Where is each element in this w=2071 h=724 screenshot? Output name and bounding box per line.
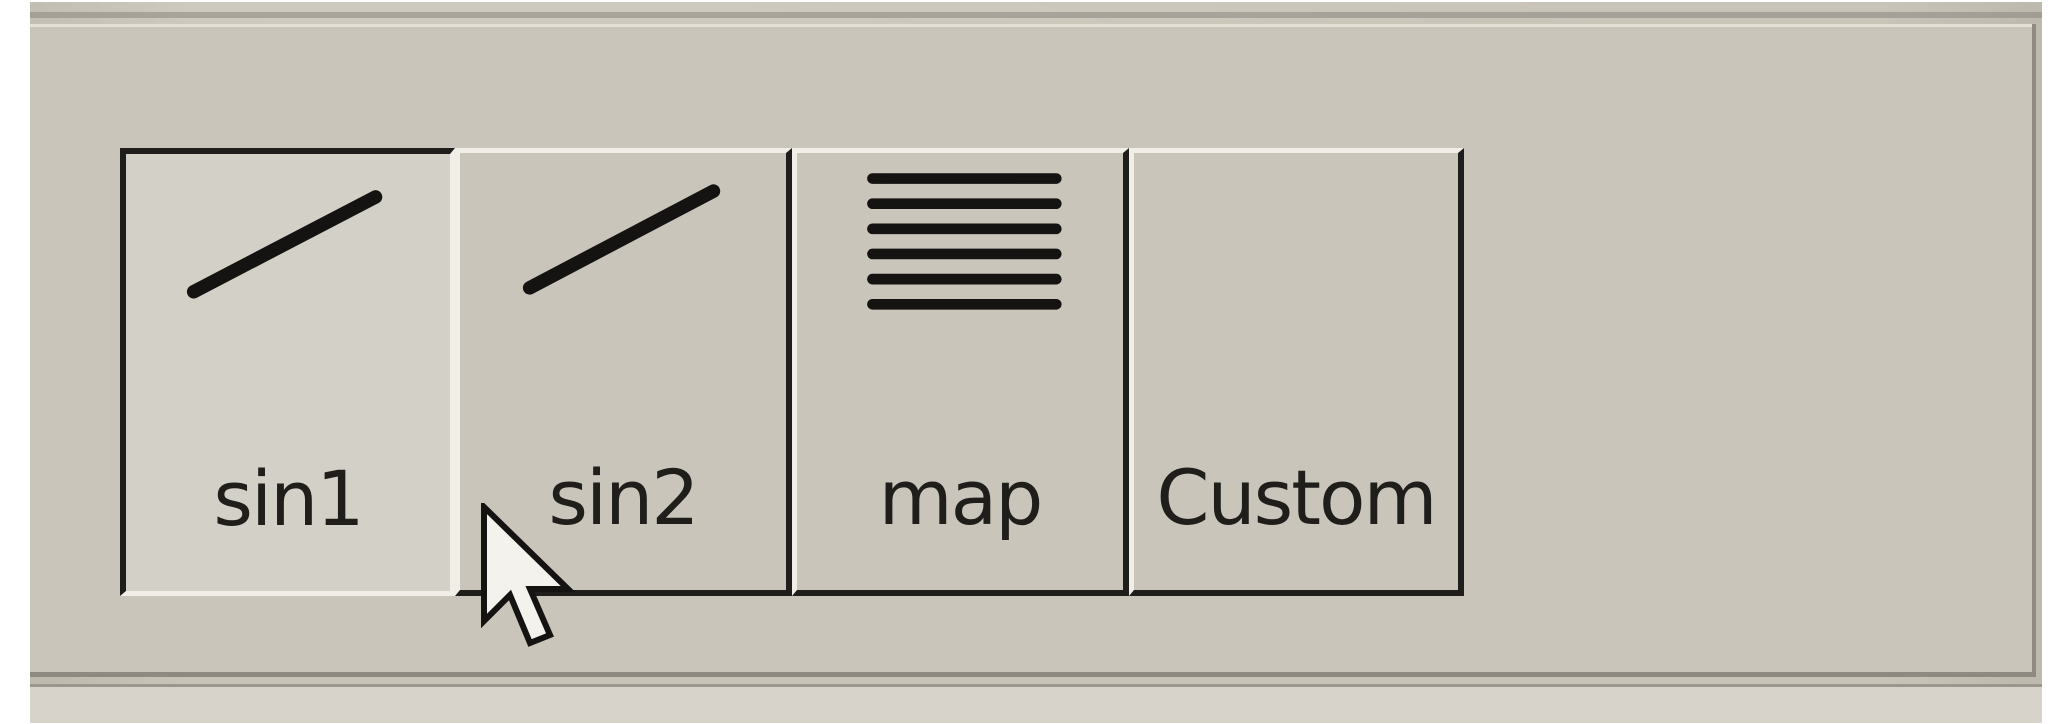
top-divider: [30, 12, 2042, 18]
mode-button-group: sin1 sin2 map Custom: [120, 148, 1934, 647]
custom-button-label: Custom: [1156, 453, 1437, 542]
horizontal-lines-icon: [867, 173, 1062, 310]
sin2-button[interactable]: sin2: [455, 148, 792, 596]
diagonal-line-icon: [522, 184, 721, 295]
custom-button[interactable]: Custom: [1129, 148, 1464, 596]
sin1-button-label: sin1: [213, 454, 364, 543]
map-button-label: map: [878, 453, 1044, 542]
sin2-button-label: sin2: [548, 453, 699, 542]
sin1-button[interactable]: sin1: [120, 148, 455, 596]
bottom-divider: [30, 684, 2042, 723]
map-button[interactable]: map: [792, 148, 1129, 596]
diagonal-line-icon: [186, 190, 383, 299]
